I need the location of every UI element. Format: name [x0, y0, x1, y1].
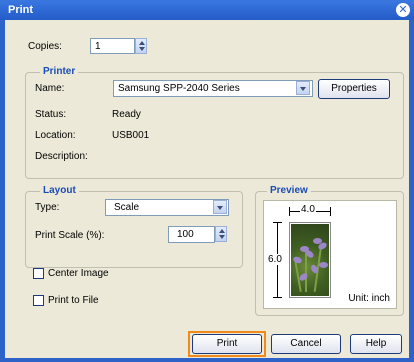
spin-up-icon[interactable] — [139, 41, 145, 45]
chevron-down-icon — [300, 87, 306, 91]
preview-width-label: 4.0 — [300, 204, 316, 215]
spin-down-icon[interactable] — [219, 235, 225, 239]
layout-legend: Layout — [40, 185, 79, 196]
print-to-file-label: Print to File — [48, 295, 99, 306]
copies-label: Copies: — [28, 41, 62, 52]
print-scale-input[interactable]: 100 — [168, 226, 215, 243]
center-image-checkbox[interactable] — [33, 268, 44, 279]
close-icon[interactable]: ✕ — [396, 3, 410, 17]
printer-name-value: Samsung SPP-2040 Series — [118, 83, 240, 94]
window-title: Print — [8, 4, 34, 16]
description-label: Description: — [35, 151, 88, 162]
printer-name-select[interactable]: Samsung SPP-2040 Series — [113, 80, 313, 97]
print-scale-value: 100 — [177, 229, 194, 240]
layout-type-dropdown-button[interactable] — [213, 200, 227, 214]
dimension-tick-bottom — [273, 297, 282, 298]
cancel-button[interactable]: Cancel — [271, 334, 341, 354]
preview-unit-label: Unit: inch — [348, 293, 390, 304]
print-to-file-checkbox[interactable] — [33, 295, 44, 306]
print-button[interactable]: Print — [192, 334, 262, 354]
preview-height-label: 6.0 — [268, 254, 282, 265]
button-bar: Print Cancel Help — [5, 330, 409, 358]
properties-button[interactable]: Properties — [318, 79, 390, 99]
status-value: Ready — [112, 109, 141, 120]
dimension-tick-right — [330, 207, 331, 216]
copies-stepper[interactable] — [135, 38, 147, 54]
preview-area: 4.0 6.0 Unit: inch — [263, 200, 397, 309]
copies-value: 1 — [95, 41, 101, 52]
dimension-tick-top — [273, 222, 282, 223]
copies-input[interactable]: 1 — [90, 38, 135, 54]
center-image-label: Center Image — [48, 268, 109, 279]
printer-dropdown-button[interactable] — [296, 81, 310, 95]
printer-legend: Printer — [40, 66, 79, 77]
help-button[interactable]: Help — [350, 334, 402, 354]
layout-type-select[interactable]: Scale — [105, 199, 229, 216]
title-bar[interactable]: Print ✕ — [0, 0, 414, 20]
preview-photo — [291, 224, 329, 296]
location-value: USB001 — [112, 130, 150, 141]
layout-type-label: Type: — [35, 202, 60, 213]
location-label: Location: — [35, 130, 76, 141]
preview-page — [289, 222, 331, 298]
print-scale-label: Print Scale (%): — [35, 230, 105, 241]
layout-type-value: Scale — [114, 202, 140, 213]
printer-name-label: Name: — [35, 83, 65, 94]
spin-down-icon[interactable] — [139, 47, 145, 51]
print-scale-stepper[interactable] — [215, 226, 227, 242]
status-label: Status: — [35, 109, 67, 120]
preview-legend: Preview — [267, 185, 311, 196]
print-dialog: Print ✕ Copies: 1 Printer Name: Samsung … — [0, 0, 414, 362]
dialog-body: Copies: 1 Printer Name: Samsung SPP-2040… — [5, 20, 409, 358]
spin-up-icon[interactable] — [219, 229, 225, 233]
chevron-down-icon — [217, 206, 223, 210]
